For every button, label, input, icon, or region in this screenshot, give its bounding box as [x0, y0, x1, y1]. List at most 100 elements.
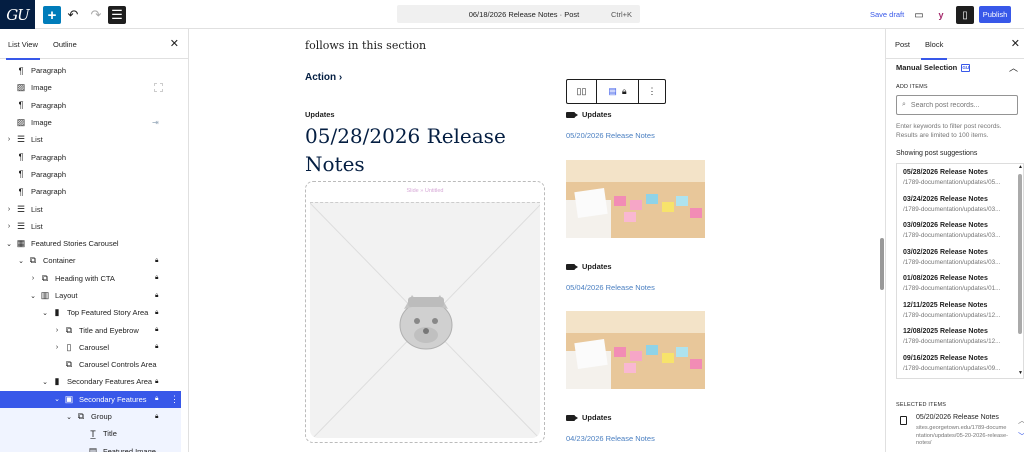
card-link[interactable]: 05/20/2026 Release Notes	[566, 131, 655, 140]
site-logo[interactable]: GU	[0, 0, 35, 29]
tree-item-label: Layout	[55, 291, 78, 300]
scroll-up-icon[interactable]: ▲	[1018, 164, 1023, 170]
chevron-icon[interactable]: ⌄	[16, 257, 26, 265]
document-overview-button[interactable]: ☰	[108, 6, 126, 24]
tree-item[interactable]: ⌄ ▥ Layout 🔒︎	[0, 287, 188, 304]
tree-item[interactable]: › ⧉ Heading with CTA 🔒︎	[0, 270, 188, 287]
suggestion-item[interactable]: 03/02/2026 Release Notes/1789-documentat…	[897, 244, 1023, 271]
suggestion-url: /1789-documentation/updates/12...	[903, 338, 1001, 345]
settings-sidebar-icon[interactable]: ▯	[956, 6, 974, 24]
move-down-icon[interactable]: ﹀	[1018, 431, 1024, 442]
tree-item[interactable]: ¶ Paragraph	[0, 183, 188, 200]
command-palette-bar[interactable]: 06/18/2026 Release Notes · Post Ctrl+K	[397, 5, 640, 23]
showing-label: Showing post suggestions	[896, 150, 978, 157]
chevron-icon[interactable]: ›	[28, 275, 38, 282]
panel-title[interactable]: Manual Selection GU	[896, 63, 971, 72]
tree-item[interactable]: ¶ Paragraph	[0, 62, 188, 79]
carousel-slide[interactable]: Slide » Untitled	[305, 181, 545, 443]
scroll-thumb[interactable]	[1018, 174, 1022, 334]
more-options-icon[interactable]: ⋮	[170, 394, 179, 405]
suggestion-item[interactable]: 09/16/2025 Release Notes/1789-documentat…	[897, 350, 1023, 377]
image-thumbnail-icon: ⇥	[152, 118, 159, 128]
tree-item[interactable]: › ▯ Carousel 🔒︎	[0, 339, 188, 356]
suggestion-item[interactable]: 12/11/2025 Release Notes/1789-documentat…	[897, 297, 1023, 324]
yoast-icon[interactable]: y	[934, 8, 948, 22]
canvas-scrollbar[interactable]	[880, 238, 884, 290]
scroll-down-icon[interactable]: ▼	[1018, 370, 1023, 376]
suggestion-item[interactable]: 03/24/2026 Release Notes/1789-documentat…	[897, 191, 1023, 218]
chevron-icon[interactable]: ›	[4, 206, 14, 213]
video-icon	[566, 263, 578, 270]
chevron-icon[interactable]: ›	[4, 223, 14, 230]
tree-item[interactable]: › ☰ List	[0, 200, 188, 217]
image-placeholder[interactable]	[310, 202, 540, 438]
selected-item[interactable]: 05/20/2026 Release Notes sites.georgetow…	[896, 413, 1024, 452]
slide-label: Slide » Untitled	[406, 188, 444, 194]
lock-button[interactable]: ▤ 🔒︎	[597, 80, 639, 103]
chevron-icon[interactable]: ⌄	[40, 378, 50, 386]
tree-item[interactable]: ⧉ Carousel Controls Area	[0, 356, 188, 373]
tree-item[interactable]: ⌄ ▮ Top Featured Story Area 🔒︎	[0, 304, 188, 321]
chevron-icon[interactable]: ⌄	[64, 413, 74, 421]
chevron-icon[interactable]: ›	[4, 136, 14, 143]
paragraph-icon: ¶	[18, 100, 24, 111]
suggestion-item[interactable]: 05/28/2026 Release Notes/1789-documentat…	[897, 164, 1023, 191]
search-field[interactable]: ⌕	[896, 95, 1018, 115]
search-input[interactable]	[910, 101, 1006, 109]
publish-button[interactable]: Publish	[979, 6, 1011, 23]
list-view-panel: List View Outline ✕ ¶ Paragraph ▨ Image ¶ Par…	[0, 29, 189, 452]
tree-item[interactable]: ¶ Paragraph	[0, 97, 188, 114]
tree-item[interactable]: ▨ Image	[0, 79, 188, 96]
move-up-icon[interactable]: ︿	[1018, 415, 1024, 426]
chevron-icon[interactable]: ⌄	[4, 240, 14, 248]
add-block-button[interactable]: +	[43, 6, 61, 24]
tab-outline[interactable]: Outline	[53, 40, 77, 49]
suggestion-url: /1789-documentation/updates/12...	[903, 311, 1001, 319]
tree-item[interactable]: ⌄ ⧉ Group 🔒︎	[0, 407, 181, 426]
redo-button[interactable]: ↷	[87, 6, 105, 24]
tree-item[interactable]: ▤ Featured Image	[0, 442, 181, 452]
card-link[interactable]: 05/04/2026 Release Notes	[566, 283, 655, 292]
chevron-up-icon[interactable]: ︿	[1009, 61, 1018, 74]
card-link[interactable]: 04/23/2026 Release Notes	[566, 434, 655, 443]
tab-block[interactable]: Block	[920, 40, 948, 60]
tree-item-label: Image	[31, 118, 52, 128]
save-draft-button[interactable]: Save draft	[870, 10, 904, 19]
chevron-icon[interactable]: ⌄	[28, 292, 38, 300]
paragraph-icon: ¶	[18, 152, 24, 163]
undo-button[interactable]: ↶	[64, 6, 82, 24]
suggestions-scrollbar[interactable]: ▲ ▼	[1018, 164, 1023, 376]
tree-item[interactable]: › ⧉ Title and Eyebrow 🔒︎	[0, 321, 188, 338]
more-options-button[interactable]: ⋮	[639, 80, 665, 103]
suggestion-item[interactable]: 01/08/2026 Release Notes/1789-documentat…	[897, 270, 1023, 297]
tab-list-view[interactable]: List View	[6, 40, 40, 60]
chevron-icon[interactable]: ⌄	[40, 309, 50, 317]
tree-item[interactable]: T̲ Title	[0, 425, 181, 443]
tree-item[interactable]: ¶ Paragraph	[0, 166, 188, 183]
chevron-icon[interactable]: ⌄	[52, 395, 62, 403]
lock-icon: 🔒︎	[155, 343, 159, 351]
chevron-icon[interactable]: ›	[52, 344, 62, 351]
tree-item[interactable]: ⌄ ▮ Secondary Features Area 🔒︎	[0, 373, 188, 390]
close-icon[interactable]: ✕	[170, 37, 179, 50]
tree-item[interactable]: ⌄ ⧉ Container 🔒︎	[0, 252, 188, 269]
tree-item[interactable]: › ☰ List	[0, 218, 188, 235]
suggestion-title: 03/24/2026 Release Notes	[903, 195, 988, 203]
block-type-button[interactable]: ▯▯	[567, 80, 597, 103]
suggestion-item[interactable]: 03/09/2026 Release Notes/1789-documentat…	[897, 217, 1023, 244]
tree-item[interactable]: ⌄ ▦ Featured Stories Carousel	[0, 235, 188, 252]
card-image[interactable]	[566, 311, 705, 389]
tree-item[interactable]: › ☰ List	[0, 131, 188, 148]
chevron-icon[interactable]: ›	[52, 327, 62, 334]
preview-icon[interactable]: ▭	[912, 8, 926, 22]
tree-item-label: Paragraph	[31, 100, 67, 110]
tree-item[interactable]: ⌄ ▣ Secondary Features 🔒︎ ⋮	[0, 390, 181, 408]
tree-item[interactable]: ▨ Image ⇥	[0, 114, 188, 131]
action-link[interactable]: Action ›	[305, 72, 342, 83]
suggestion-item[interactable]: 12/08/2025 Release Notes/1789-documentat…	[897, 323, 1023, 350]
tree-item[interactable]: ¶ Paragraph	[0, 148, 188, 165]
close-icon[interactable]: ✕	[1011, 37, 1020, 50]
tab-post[interactable]: Post	[895, 40, 910, 49]
card-image[interactable]	[566, 160, 705, 238]
featured-title[interactable]: 05/28/2026 Release Notes	[305, 122, 525, 178]
